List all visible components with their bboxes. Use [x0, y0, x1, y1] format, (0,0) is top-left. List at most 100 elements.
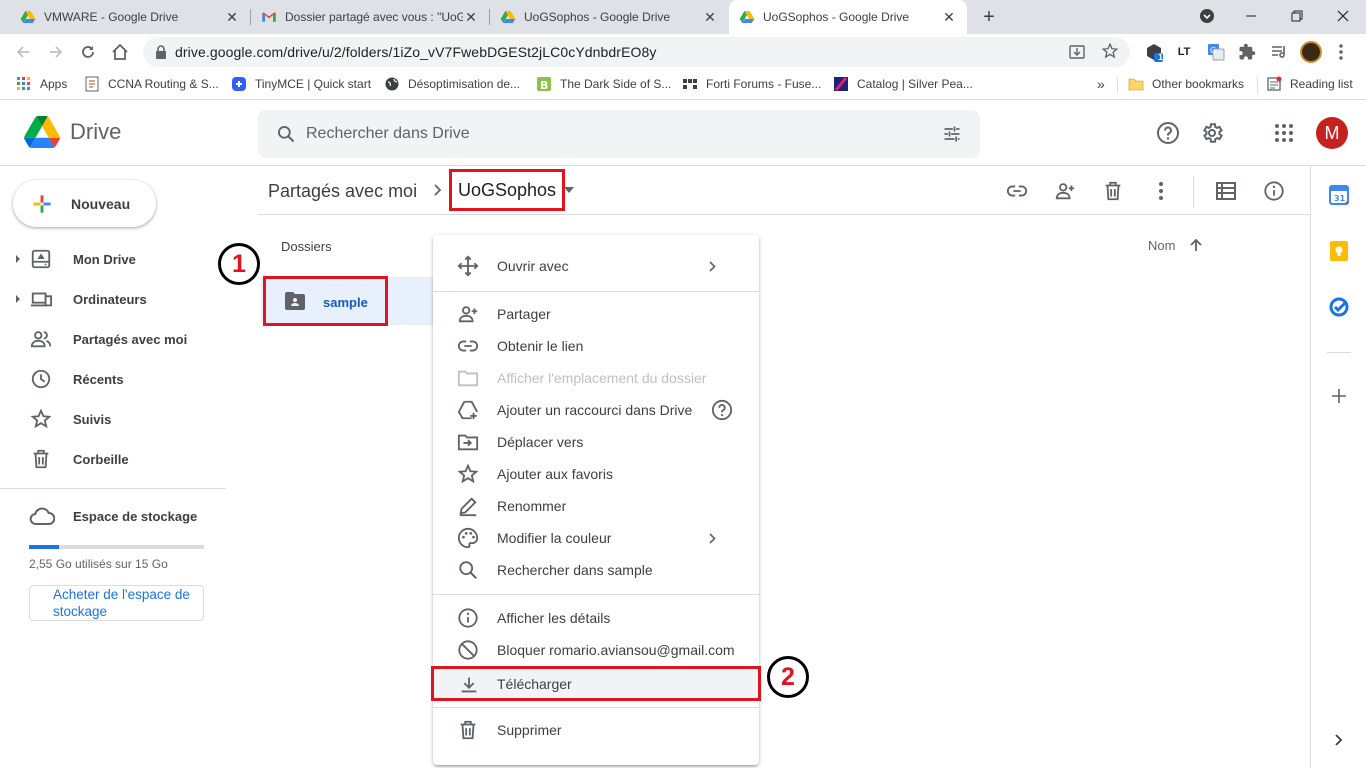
- sort-label[interactable]: Nom: [1148, 238, 1175, 253]
- breadcrumb-current[interactable]: UoGSophos: [449, 169, 565, 211]
- storage-title[interactable]: Espace de stockage: [73, 509, 197, 524]
- new-tab-button[interactable]: +: [978, 6, 1000, 28]
- extension-cube-icon[interactable]: 1: [1143, 41, 1165, 63]
- bookmarks-overflow-button[interactable]: »: [1097, 70, 1105, 98]
- close-tab-icon[interactable]: ✕: [463, 9, 479, 25]
- menu-item-share[interactable]: Partager: [433, 298, 759, 330]
- close-tab-icon[interactable]: ✕: [941, 9, 957, 25]
- back-button[interactable]: [9, 38, 37, 66]
- menu-item-add-favorite[interactable]: Ajouter aux favoris: [433, 458, 759, 490]
- shared-folder-icon: [285, 292, 305, 310]
- nav-shared-with-me[interactable]: Partagés avec moi: [0, 321, 226, 357]
- expand-panel-icon[interactable]: [1328, 729, 1350, 751]
- add-addon-icon[interactable]: [1328, 385, 1350, 407]
- help-icon[interactable]: [711, 399, 733, 421]
- bookmark-apps[interactable]: Apps: [16, 70, 67, 98]
- menu-item-add-shortcut[interactable]: Ajouter un raccourci dans Drive: [433, 394, 759, 426]
- add-shortcut-icon: [457, 400, 478, 420]
- shared-icon: [30, 331, 52, 348]
- restore-button[interactable]: [1274, 0, 1320, 32]
- reading-list[interactable]: Reading list: [1266, 70, 1353, 98]
- browser-tab-2[interactable]: Dossier partagé avec vous : "UoG ✕: [251, 0, 489, 34]
- bookmark-catalog[interactable]: Catalog | Silver Pea...: [833, 70, 973, 98]
- list-view-button[interactable]: [1213, 178, 1239, 204]
- browser-tab-3[interactable]: UoGSophos - Google Drive ✕: [490, 0, 728, 34]
- nav-label: Ordinateurs: [73, 291, 147, 307]
- translate-icon[interactable]: G: [1205, 41, 1227, 63]
- bookmark-desoptimisation[interactable]: Désoptimisation de...: [384, 70, 520, 98]
- nav-my-drive[interactable]: Mon Drive: [0, 241, 226, 277]
- get-link-button[interactable]: [1004, 178, 1030, 204]
- account-avatar[interactable]: M: [1316, 117, 1348, 149]
- new-button-label: Nouveau: [71, 195, 131, 212]
- buy-storage-button[interactable]: Acheter de l'espace de stockage: [29, 585, 204, 621]
- keep-icon[interactable]: [1328, 240, 1350, 262]
- browser-tab-1[interactable]: VMWARE - Google Drive ✕: [10, 0, 250, 34]
- menu-item-download[interactable]: Télécharger: [431, 666, 761, 701]
- search-options-icon[interactable]: [942, 124, 962, 144]
- nav-computers[interactable]: Ordinateurs: [0, 281, 226, 317]
- menu-item-move-to[interactable]: Déplacer vers: [433, 426, 759, 458]
- close-window-button[interactable]: [1320, 0, 1366, 32]
- home-button[interactable]: [106, 38, 134, 66]
- expand-arrow-icon[interactable]: [14, 295, 22, 303]
- caret-down-icon[interactable]: [564, 187, 574, 193]
- minimize-button[interactable]: [1228, 0, 1274, 32]
- media-control-icon[interactable]: [1268, 41, 1290, 63]
- menu-item-open-with[interactable]: Ouvrir avec: [433, 250, 759, 282]
- new-button[interactable]: Nouveau: [13, 180, 156, 227]
- folder-icon: [457, 370, 479, 387]
- tab-search-button[interactable]: [1184, 0, 1230, 32]
- arrow-right-icon: [50, 46, 63, 58]
- bookmark-dark-side[interactable]: B The Dark Side of S...: [536, 70, 671, 98]
- search-input[interactable]: Rechercher dans Drive: [306, 125, 942, 143]
- browser-tab-4-active[interactable]: UoGSophos - Google Drive ✕: [729, 0, 967, 34]
- share-button[interactable]: [1052, 178, 1078, 204]
- breadcrumb-parent[interactable]: Partagés avec moi: [268, 181, 417, 202]
- help-button[interactable]: [1153, 118, 1183, 148]
- bookmark-ccna[interactable]: CCNA Routing & S...: [84, 70, 219, 98]
- trash-icon: [33, 449, 49, 469]
- drive-logo[interactable]: Drive: [24, 116, 121, 148]
- menu-item-rename[interactable]: Renommer: [433, 490, 759, 522]
- reload-button[interactable]: [74, 38, 102, 66]
- browser-menu-icon[interactable]: [1330, 41, 1352, 63]
- menu-item-details[interactable]: Afficher les détails: [433, 602, 759, 634]
- bookmark-tinymce[interactable]: TinyMCE | Quick start: [231, 70, 371, 98]
- address-bar[interactable]: drive.google.com/drive/u/2/folders/1iZo_…: [143, 37, 1130, 67]
- menu-item-get-link[interactable]: Obtenir le lien: [433, 330, 759, 362]
- install-app-icon[interactable]: [1068, 43, 1086, 61]
- my-drive-icon: [31, 249, 51, 269]
- other-bookmarks[interactable]: Other bookmarks: [1128, 70, 1244, 98]
- profile-avatar-icon[interactable]: [1300, 41, 1322, 63]
- more-actions-button[interactable]: [1148, 178, 1174, 204]
- puzzle-icon[interactable]: [1236, 41, 1258, 63]
- nav-recent[interactable]: Récents: [0, 361, 226, 397]
- bookmark-label: Apps: [40, 77, 68, 91]
- menu-item-block-user[interactable]: Bloquer romario.aviansou@gmail.com: [433, 634, 759, 666]
- menu-item-change-color[interactable]: Modifier la couleur: [433, 522, 759, 554]
- nav-label: Suivis: [73, 411, 112, 427]
- languagetool-icon[interactable]: LT: [1173, 41, 1195, 63]
- bookmark-label: CCNA Routing & S...: [108, 77, 219, 91]
- nav-trash[interactable]: Corbeille: [0, 441, 226, 477]
- menu-item-search-in[interactable]: Rechercher dans sample: [433, 554, 759, 586]
- close-tab-icon[interactable]: ✕: [224, 9, 240, 25]
- menu-item-delete[interactable]: Supprimer: [433, 714, 759, 746]
- google-apps-button[interactable]: [1269, 118, 1299, 148]
- forward-button[interactable]: [42, 38, 70, 66]
- tasks-icon[interactable]: [1328, 296, 1350, 318]
- search-bar[interactable]: Rechercher dans Drive: [258, 110, 980, 158]
- expand-arrow-icon[interactable]: [14, 255, 22, 263]
- close-tab-icon[interactable]: ✕: [702, 9, 718, 25]
- delete-button[interactable]: [1100, 178, 1126, 204]
- nav-starred[interactable]: Suivis: [0, 401, 226, 437]
- menu-item-label: Ajouter un raccourci dans Drive: [497, 402, 693, 418]
- calendar-icon[interactable]: 31: [1328, 184, 1350, 206]
- settings-button[interactable]: [1197, 118, 1227, 148]
- bookmark-forti[interactable]: Forti Forums - Fuse...: [682, 70, 821, 98]
- bookmark-star-icon[interactable]: [1101, 42, 1119, 60]
- details-button[interactable]: [1261, 178, 1287, 204]
- arrow-up-icon[interactable]: [1190, 239, 1202, 252]
- search-icon[interactable]: [276, 124, 296, 144]
